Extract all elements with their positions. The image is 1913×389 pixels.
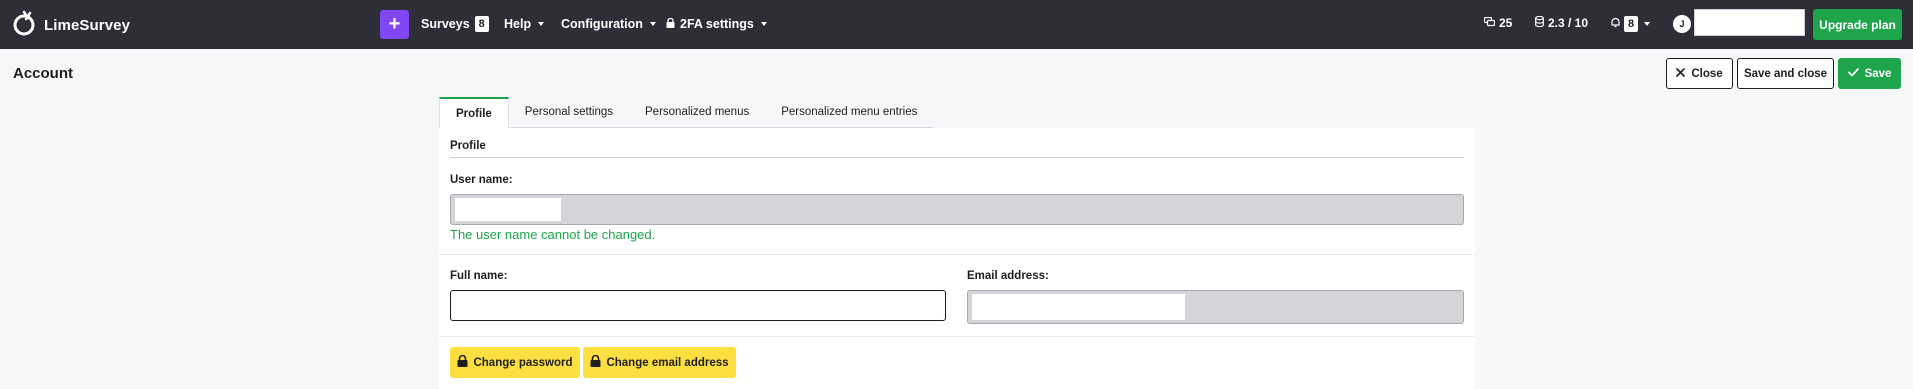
notifications-count-badge: 8: [1624, 16, 1639, 32]
brand-name: LimeSurvey: [44, 16, 131, 34]
bell-icon: [1611, 17, 1620, 31]
close-button[interactable]: Close: [1666, 58, 1733, 89]
email-value-masked: [972, 294, 1185, 320]
page-title: Account: [13, 65, 73, 82]
surveys-count-badge: 8: [474, 16, 489, 32]
email-label: Email address:: [967, 270, 1049, 282]
tab-personalized-menus[interactable]: Personalized menus: [629, 97, 765, 127]
save-button[interactable]: Save: [1838, 58, 1901, 89]
add-survey-button[interactable]: +: [380, 10, 409, 39]
username-value-masked: [455, 198, 561, 221]
upgrade-plan-button[interactable]: Upgrade plan: [1813, 9, 1902, 40]
username-label: User name:: [450, 174, 513, 186]
row-divider: [439, 254, 1475, 255]
menu-configuration[interactable]: Configuration: [561, 14, 656, 34]
menu-surveys-label: Surveys: [421, 17, 470, 31]
database-icon: [1535, 15, 1544, 30]
change-password-label: Change password: [473, 356, 573, 369]
tab-personal-settings[interactable]: Personal settings: [509, 97, 629, 127]
top-navbar: LimeSurvey + Surveys 8 Help Configuratio…: [0, 0, 1913, 49]
limesurvey-logo-icon: [12, 9, 38, 42]
change-email-label: Change email address: [606, 356, 729, 369]
chat-icon: [1483, 16, 1496, 30]
tab-profile[interactable]: Profile: [439, 97, 509, 128]
email-field: [967, 290, 1464, 324]
section-divider: [450, 157, 1464, 158]
check-icon: [1847, 67, 1859, 80]
menu-help-label: Help: [504, 17, 532, 31]
tab-personalized-menu-entries[interactable]: Personalized menu entries: [765, 97, 933, 127]
account-tabs: Profile Personal settings Personalized m…: [439, 97, 934, 128]
close-icon: [1676, 67, 1686, 80]
menu-help[interactable]: Help: [504, 14, 545, 34]
username-field: [450, 194, 1464, 225]
storage-usage: 2.3 / 10: [1548, 16, 1589, 30]
save-button-label: Save: [1864, 67, 1892, 80]
notifications-menu[interactable]: 8: [1611, 16, 1651, 32]
chevron-down-icon: [1644, 22, 1651, 26]
section-title: Profile: [450, 140, 486, 152]
lock-icon: [666, 17, 675, 31]
lock-icon: [457, 354, 468, 370]
responses-stat[interactable]: 25: [1483, 16, 1513, 30]
chevron-down-icon: [760, 22, 767, 26]
row-divider: [439, 336, 1475, 337]
menu-configuration-label: Configuration: [561, 17, 643, 31]
fullname-label: Full name:: [450, 270, 508, 282]
menu-2fa-settings-label: 2FA settings: [680, 17, 754, 31]
change-email-button[interactable]: Change email address: [583, 347, 736, 378]
save-and-close-button[interactable]: Save and close: [1737, 58, 1834, 89]
user-name-field[interactable]: [1694, 9, 1805, 36]
close-button-label: Close: [1691, 67, 1723, 80]
responses-count: 25: [1499, 16, 1513, 30]
chevron-down-icon: [649, 22, 656, 26]
avatar[interactable]: J: [1673, 15, 1691, 33]
menu-2fa-settings[interactable]: 2FA settings: [666, 14, 767, 34]
username-hint: The user name cannot be changed.: [450, 227, 656, 242]
lock-icon: [590, 354, 601, 370]
fullname-input[interactable]: [450, 290, 946, 321]
profile-panel: Profile User name: The user name cannot …: [439, 128, 1475, 389]
change-password-button[interactable]: Change password: [450, 347, 580, 378]
save-and-close-button-label: Save and close: [1743, 67, 1828, 80]
menu-surveys[interactable]: Surveys 8: [421, 14, 489, 34]
chevron-down-icon: [538, 22, 545, 26]
storage-stat[interactable]: 2.3 / 10: [1535, 15, 1589, 30]
limesurvey-logo[interactable]: LimeSurvey: [12, 10, 130, 40]
